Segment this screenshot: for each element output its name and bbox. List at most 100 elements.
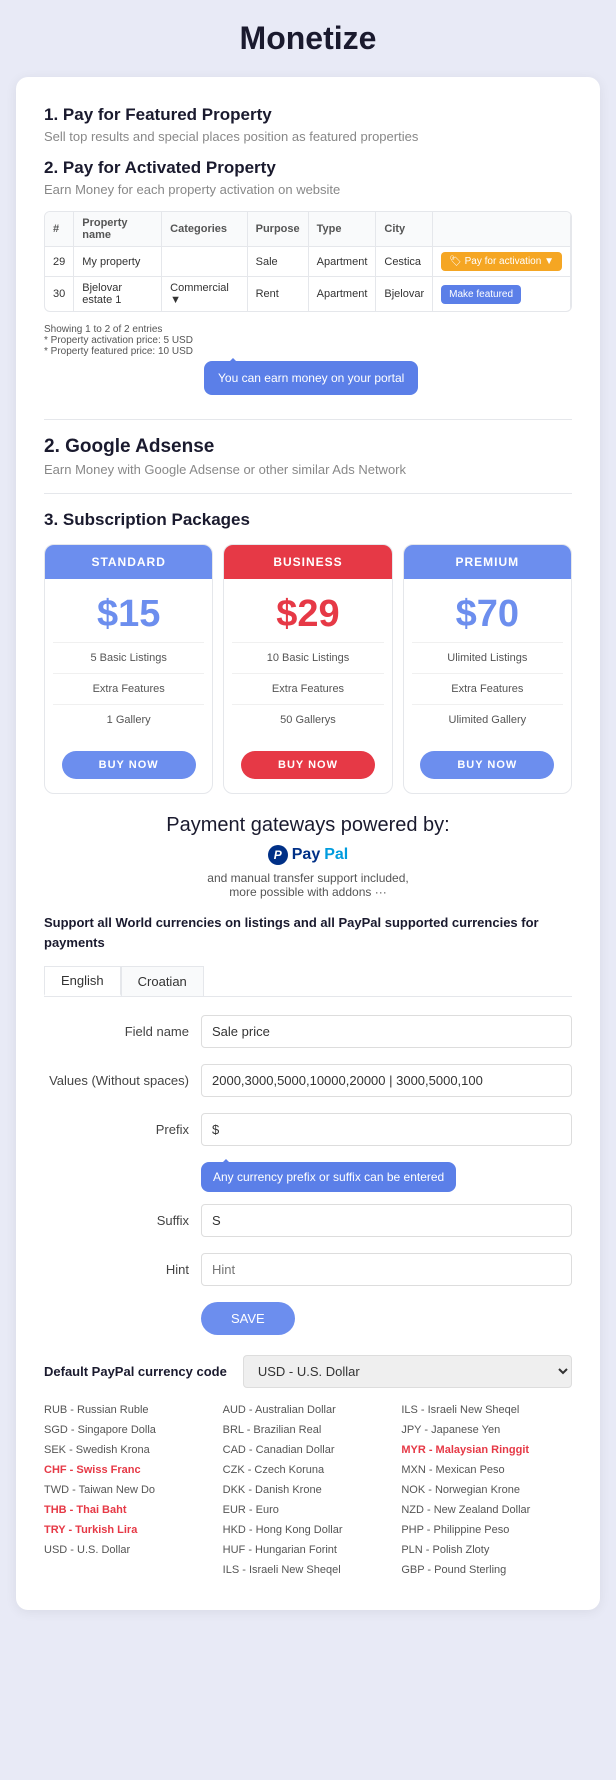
col-city: City (376, 212, 433, 247)
paypal-logo: P PayPal (268, 845, 348, 865)
currency-item: EUR - Euro (223, 1502, 394, 1518)
language-tabs: English Croatian (44, 966, 572, 997)
currency-item (44, 1562, 215, 1578)
currency-item: GBP - Pound Sterling (401, 1562, 572, 1578)
business-features: 10 Basic Listings Extra Features 50 Gall… (224, 642, 391, 745)
values-label: Values (Without spaces) (44, 1073, 189, 1088)
col-type: Type (308, 212, 376, 247)
currency-item: CHF - Swiss Franc (44, 1462, 215, 1478)
standard-header: STANDARD (45, 545, 212, 579)
property-table: # Property name Categories Purpose Type … (44, 211, 572, 312)
hint-input[interactable] (201, 1253, 572, 1286)
currency-item: AUD - Australian Dollar (223, 1402, 394, 1418)
currency-item: TRY - Turkish Lira (44, 1522, 215, 1538)
currency-item: CZK - Czech Koruna (223, 1462, 394, 1478)
hint-row: Hint (44, 1253, 572, 1286)
currency-item: MXN - Mexican Peso (401, 1462, 572, 1478)
paypal-name-2: Pal (324, 846, 348, 864)
currency-tooltip: Any currency prefix or suffix can be ent… (201, 1162, 456, 1192)
earn-money-tooltip: You can earn money on your portal (204, 361, 418, 395)
standard-features: 5 Basic Listings Extra Features 1 Galler… (45, 642, 212, 745)
currency-item: NOK - Norwegian Krone (401, 1482, 572, 1498)
currency-item: TWD - Taiwan New Do (44, 1482, 215, 1498)
currency-item: THB - Thai Baht (44, 1502, 215, 1518)
paypal-icon: P (268, 845, 288, 865)
paypal-row: P PayPal (44, 845, 572, 865)
subscription-cards: STANDARD $15 5 Basic Listings Extra Feat… (44, 544, 572, 794)
tab-english[interactable]: English (44, 966, 121, 996)
col-action (433, 212, 571, 247)
payment-section: Payment gateways powered by: P PayPal an… (44, 814, 572, 899)
currency-item: RUB - Russian Ruble (44, 1402, 215, 1418)
default-currency-row: Default PayPal currency code USD - U.S. … (44, 1355, 572, 1388)
prefix-row: Prefix (44, 1113, 572, 1146)
featured-property-title: 1. Pay for Featured Property (44, 105, 572, 125)
col-num: # (45, 212, 74, 247)
currency-item: HUF - Hungarian Forint (223, 1542, 394, 1558)
subscription-section: 3. Subscription Packages STANDARD $15 5 … (44, 510, 572, 794)
featured-property-sub: Sell top results and special places posi… (44, 129, 572, 144)
currency-item: PHP - Philippine Peso (401, 1522, 572, 1538)
currency-item: MYR - Malaysian Ringgit (401, 1442, 572, 1458)
featured-property-section: 1. Pay for Featured Property Sell top re… (44, 105, 572, 144)
currency-item: NZD - New Zealand Dollar (401, 1502, 572, 1518)
currencies-bold-text: Support all World currencies on listings… (44, 913, 572, 952)
table-footer: Showing 1 to 2 of 2 entries * Property a… (44, 324, 572, 357)
prefix-input[interactable] (201, 1113, 572, 1146)
currency-grid: RUB - Russian Ruble AUD - Australian Dol… (44, 1402, 572, 1578)
activated-property-section: 2. Pay for Activated Property Earn Money… (44, 158, 572, 197)
table-row: 29 My property Sale Apartment Cestica 🏷 … (45, 247, 571, 277)
adsense-title: 2. Google Adsense (44, 436, 572, 458)
payment-note: and manual transfer support included, mo… (44, 871, 572, 899)
values-row: Values (Without spaces) (44, 1064, 572, 1097)
currency-item: USD - U.S. Dollar (44, 1542, 215, 1558)
business-buy-btn[interactable]: BUY NOW (241, 751, 375, 779)
suffix-label: Suffix (44, 1213, 189, 1228)
make-featured-btn[interactable]: Make featured (441, 285, 521, 304)
field-name-row: Field name (44, 1015, 572, 1048)
currency-item: ILS - Israeli New Sheqel (401, 1402, 572, 1418)
subscription-title: 3. Subscription Packages (44, 510, 572, 530)
premium-header: PREMIUM (404, 545, 571, 579)
main-card: 1. Pay for Featured Property Sell top re… (16, 77, 600, 1610)
premium-features: Ulimited Listings Extra Features Ulimite… (404, 642, 571, 745)
currency-item: PLN - Polish Zloty (401, 1542, 572, 1558)
suffix-row: Suffix (44, 1204, 572, 1237)
currency-item: SGD - Singapore Dolla (44, 1422, 215, 1438)
currency-item: BRL - Brazilian Real (223, 1422, 394, 1438)
col-name: Property name (74, 212, 162, 247)
paypal-name-1: Pay (292, 846, 320, 864)
field-name-label: Field name (44, 1024, 189, 1039)
page-title: Monetize (16, 20, 600, 57)
adsense-section: 2. Google Adsense Earn Money with Google… (44, 436, 572, 477)
adsense-sub: Earn Money with Google Adsense or other … (44, 462, 572, 477)
currency-item: SEK - Swedish Krona (44, 1442, 215, 1458)
standard-buy-btn[interactable]: BUY NOW (62, 751, 196, 779)
premium-plan-card: PREMIUM $70 Ulimited Listings Extra Feat… (403, 544, 572, 794)
business-plan-card: BUSINESS $29 10 Basic Listings Extra Fea… (223, 544, 392, 794)
standard-price: $15 (45, 579, 212, 642)
pay-for-activation-btn[interactable]: 🏷 Pay for activation ▼ (441, 252, 562, 271)
col-cat: Categories (162, 212, 247, 247)
hint-label: Hint (44, 1262, 189, 1277)
prefix-label: Prefix (44, 1122, 189, 1137)
activated-property-title: 2. Pay for Activated Property (44, 158, 572, 178)
currency-item: DKK - Danish Krone (223, 1482, 394, 1498)
premium-buy-btn[interactable]: BUY NOW (420, 751, 554, 779)
field-name-input[interactable] (201, 1015, 572, 1048)
currency-item: CAD - Canadian Dollar (223, 1442, 394, 1458)
business-price: $29 (224, 579, 391, 642)
table-row: 30 Bjelovar estate 1 Commercial ▼ Rent A… (45, 277, 571, 312)
business-header: BUSINESS (224, 545, 391, 579)
currency-item: HKD - Hong Kong Dollar (223, 1522, 394, 1538)
save-button[interactable]: SAVE (201, 1302, 295, 1335)
premium-price: $70 (404, 579, 571, 642)
tab-croatian[interactable]: Croatian (121, 966, 204, 996)
values-input[interactable] (201, 1064, 572, 1097)
currency-item: JPY - Japanese Yen (401, 1422, 572, 1438)
currency-item: ILS - Israeli New Sheqel (223, 1562, 394, 1578)
suffix-input[interactable] (201, 1204, 572, 1237)
default-currency-select[interactable]: USD - U.S. Dollar (243, 1355, 572, 1388)
payment-title: Payment gateways powered by: (44, 814, 572, 837)
default-currency-label: Default PayPal currency code (44, 1364, 227, 1379)
